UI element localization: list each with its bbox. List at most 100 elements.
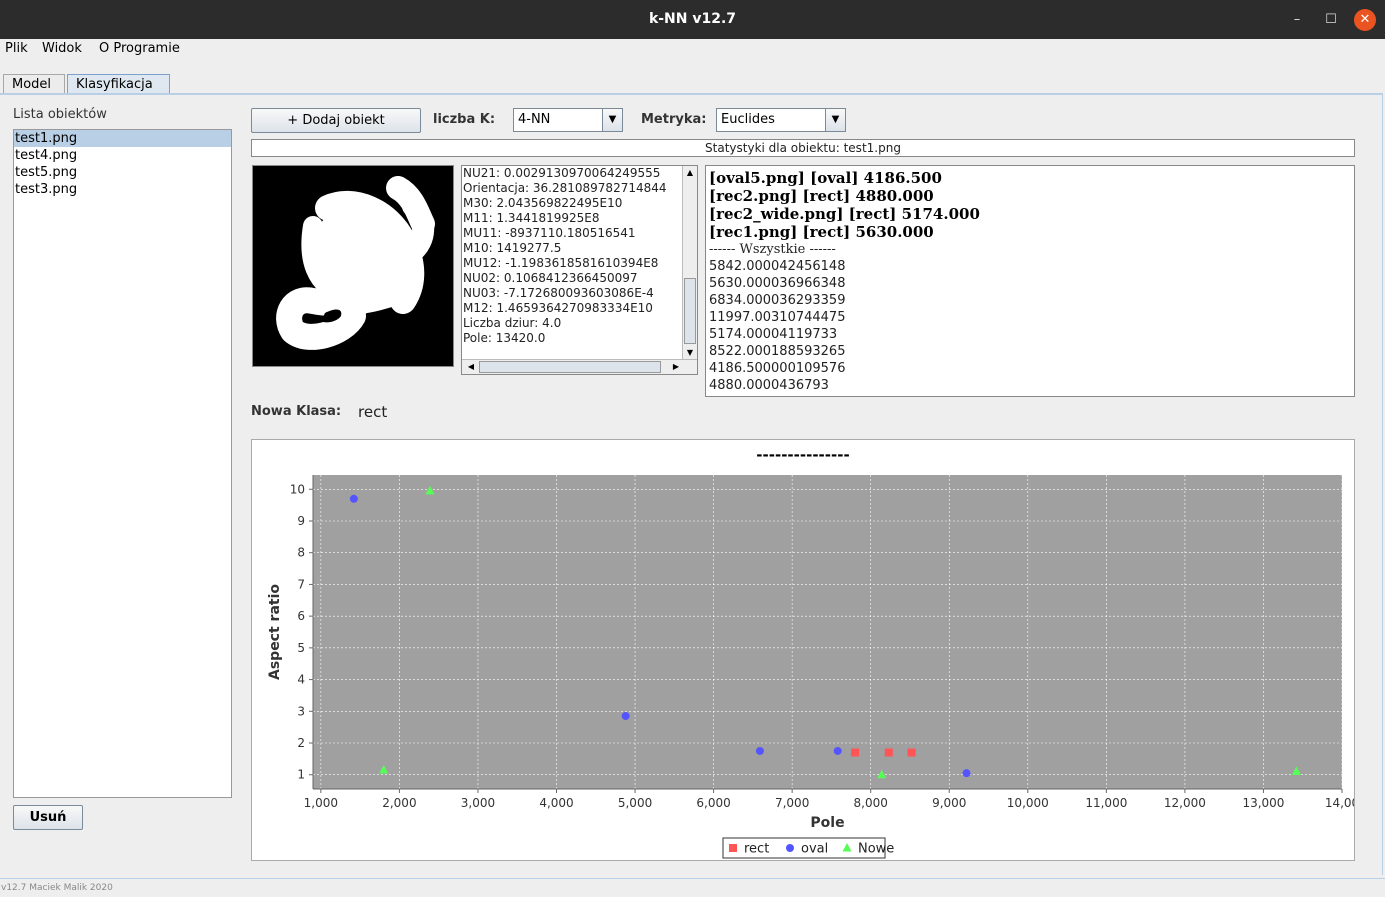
k-label: liczba K: xyxy=(433,112,496,127)
oval-point xyxy=(755,746,764,755)
scroll-thumb[interactable] xyxy=(684,278,696,344)
rect-point xyxy=(907,748,916,757)
y-tick-label: 3 xyxy=(297,704,305,718)
distance-value: 5630.000036966348 xyxy=(709,276,846,291)
moment-line: M30: 2.043569822495E10 xyxy=(463,196,623,210)
y-tick-label: 6 xyxy=(297,609,305,623)
y-tick-label: 7 xyxy=(297,577,305,591)
scroll-left-icon[interactable]: ◀ xyxy=(464,360,478,374)
scroll-thumb[interactable] xyxy=(479,361,661,373)
distance-value: 5842.000042456148 xyxy=(709,259,846,274)
tab-klasyfikacja[interactable]: Klasyfikacja xyxy=(67,74,170,95)
y-tick-label: 9 xyxy=(297,514,305,528)
moment-line: Pole: 13420.0 xyxy=(463,331,546,345)
moment-line: M10: 1419277.5 xyxy=(463,241,562,255)
menu-bar: Plik Widok O Programie xyxy=(0,39,1385,61)
metric-label: Metryka: xyxy=(641,112,707,127)
distance-value: 4880.0000436793 xyxy=(709,378,829,393)
stats-header: Statystyki dla obiektu: test1.png xyxy=(251,139,1355,157)
legend-Nowe-label: Nowe xyxy=(858,842,894,857)
scroll-up-icon[interactable]: ▲ xyxy=(683,166,697,180)
x-tick-label: 5,000 xyxy=(618,796,652,810)
list-item[interactable]: test3.png xyxy=(14,181,231,198)
scroll-down-icon[interactable]: ▼ xyxy=(683,346,697,360)
object-list-title: Lista obiektów xyxy=(13,107,107,122)
moment-line: NU21: 0.0029130970064249555 xyxy=(463,166,661,180)
y-tick-label: 2 xyxy=(297,736,305,750)
moment-line: MU12: -1.1983618581610394E8 xyxy=(463,256,659,270)
x-axis-label: Pole xyxy=(810,815,844,831)
minimize-icon[interactable]: – xyxy=(1286,9,1308,31)
distance-value: 6834.000036293359 xyxy=(709,293,846,308)
nearest-result: [rec2.png] [rect] 4880.000 xyxy=(709,187,934,205)
y-tick-label: 1 xyxy=(297,768,305,782)
x-tick-label: 12,000 xyxy=(1164,796,1206,810)
add-object-button[interactable]: + Dodaj obiekt xyxy=(251,108,421,133)
x-tick-label: 13,000 xyxy=(1242,796,1284,810)
close-icon[interactable]: ✕ xyxy=(1354,9,1376,31)
nearest-result: [rec2_wide.png] [rect] 5174.000 xyxy=(709,205,980,223)
x-tick-label: 11,000 xyxy=(1085,796,1127,810)
oval-point xyxy=(621,712,630,721)
legend-rect-label: rect xyxy=(744,842,769,857)
menu-plik[interactable]: Plik xyxy=(5,41,28,56)
metric-select-value: Euclides xyxy=(721,112,775,127)
menu-widok[interactable]: Widok xyxy=(42,41,82,56)
y-tick-label: 4 xyxy=(297,673,305,687)
k-select[interactable]: 4-NN ▼ xyxy=(513,108,623,132)
metric-select[interactable]: Euclides ▼ xyxy=(716,108,846,132)
new-class-label: Nowa Klasa: xyxy=(251,404,342,419)
status-bar: v12.7 Maciek Malik 2020 xyxy=(0,878,1385,897)
chevron-down-icon[interactable]: ▼ xyxy=(825,109,845,131)
oval-point xyxy=(833,746,842,755)
list-item[interactable]: test4.png xyxy=(14,147,231,164)
rect-point xyxy=(850,748,859,757)
moment-line: M11: 1.3441819925E8 xyxy=(463,211,600,225)
x-tick-label: 14,00 xyxy=(1325,796,1354,810)
y-tick-label: 10 xyxy=(290,482,305,496)
distance-value: 5174.00004119733 xyxy=(709,327,838,342)
chart-title: --------------- xyxy=(756,446,849,464)
list-item[interactable]: test1.png xyxy=(14,130,231,147)
chevron-down-icon[interactable]: ▼ xyxy=(602,109,622,131)
new-class-value: rect xyxy=(358,403,388,421)
moment-line: MU11: -8937110.180516541 xyxy=(463,226,636,240)
app-window: k-NN v12.7 – ☐ ✕ Plik Widok O Programie … xyxy=(0,0,1385,897)
moment-line: NU03: -7.172680093603086E-4 xyxy=(463,286,654,300)
x-tick-label: 1,000 xyxy=(304,796,338,810)
rect-point xyxy=(884,748,893,757)
nearest-result: [oval5.png] [oval] 4186.500 xyxy=(709,169,942,187)
shape-preview-image xyxy=(276,176,435,350)
moment-line: Liczba dziur: 4.0 xyxy=(463,316,562,330)
all-results-header: ------ Wszystkie ------ xyxy=(709,242,836,257)
x-tick-label: 3,000 xyxy=(461,796,495,810)
oval-point xyxy=(349,494,358,503)
nearest-result: [rec1.png] [rect] 5630.000 xyxy=(709,223,934,241)
remove-button[interactable]: Usuń xyxy=(13,805,83,830)
y-tick-label: 5 xyxy=(297,641,305,655)
oval-point xyxy=(962,769,971,778)
moments-list[interactable]: NU21: 0.0029130970064249555 Orientacja: 3… xyxy=(461,165,698,375)
y-tick-label: 8 xyxy=(297,546,305,560)
object-list[interactable]: test1.png test4.png test5.png test3.png xyxy=(13,129,232,798)
distance-value: 8522.000188593265 xyxy=(709,344,846,359)
results-panel[interactable]: [oval5.png] [oval] 4186.500 [rec2.png] [… xyxy=(705,165,1355,397)
object-image xyxy=(252,165,454,367)
x-tick-label: 10,000 xyxy=(1007,796,1049,810)
tab-model[interactable]: Model xyxy=(3,74,65,95)
list-item[interactable]: test5.png xyxy=(14,164,231,181)
window-title: k-NN v12.7 xyxy=(648,11,737,27)
maximize-icon[interactable]: ☐ xyxy=(1320,9,1342,31)
vertical-scrollbar[interactable]: ▲ ▼ xyxy=(682,166,697,360)
moment-line: M12: 1.4659364270983334E10 xyxy=(463,301,653,315)
moment-line: NU02: 0.1068412366450097 xyxy=(463,271,638,285)
chart-panel: --------------- 1,000 2,000 3,000 4,000 5,000… xyxy=(251,439,1359,861)
legend-oval-label: oval xyxy=(801,842,828,857)
tab-strip: Model Klasyfikacja xyxy=(0,72,1385,95)
horizontal-scrollbar[interactable]: ◀ ▶ xyxy=(462,359,697,374)
x-tick-label: 4,000 xyxy=(539,796,573,810)
distance-value: 11997.00310744475 xyxy=(709,310,846,325)
plot-area xyxy=(313,475,1342,789)
scroll-right-icon[interactable]: ▶ xyxy=(669,360,683,374)
menu-o-programie[interactable]: O Programie xyxy=(99,41,180,56)
